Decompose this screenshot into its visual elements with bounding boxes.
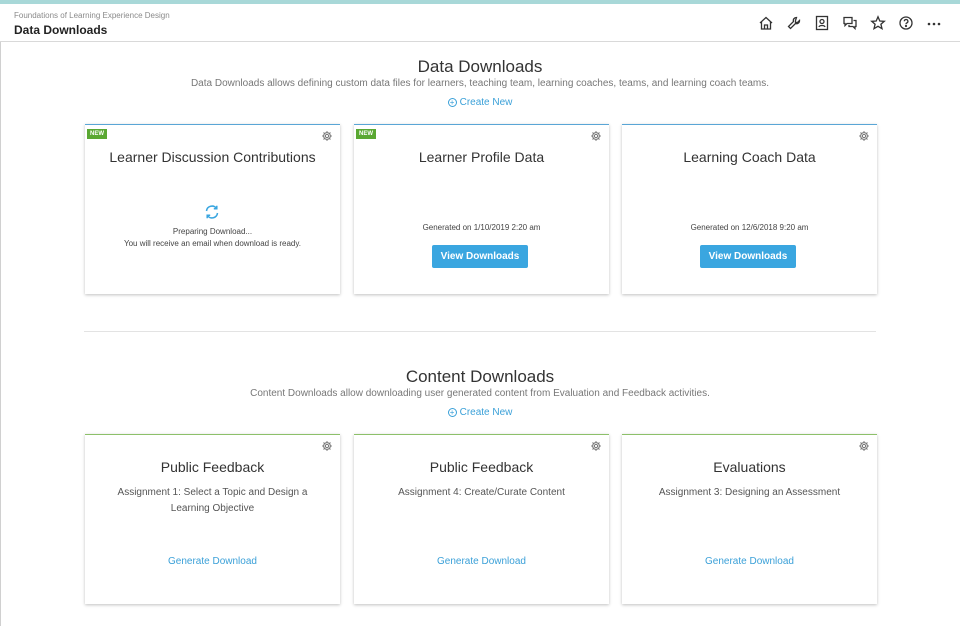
card-subtitle: Assignment 3: Designing an Assessment	[658, 487, 841, 498]
more-options-icon[interactable]	[920, 12, 948, 34]
star-icon[interactable]	[864, 12, 892, 34]
gear-icon[interactable]	[858, 130, 870, 142]
generated-date: Generated on 1/10/2019 2:20 am	[422, 223, 541, 232]
help-icon[interactable]	[892, 12, 920, 34]
generated-date: Generated on 12/6/2018 9:20 am	[690, 223, 809, 232]
new-badge: NEW	[356, 129, 376, 139]
plus-circle-icon: +	[447, 98, 457, 107]
data-card-learner-discussion: NEW Learner Discussion Contributions Pre…	[85, 124, 340, 294]
view-downloads-button[interactable]: View Downloads	[700, 245, 796, 268]
data-create-new-link[interactable]: + Create New	[0, 97, 960, 108]
data-card-learning-coach: Learning Coach Data Generated on 12/6/20…	[622, 124, 877, 294]
plus-circle-icon: +	[447, 408, 457, 417]
section-divider	[84, 331, 876, 332]
sync-icon	[205, 205, 219, 219]
data-create-new-label: Create New	[459, 97, 513, 108]
generate-download-link[interactable]: Generate Download	[354, 556, 609, 567]
content-create-new-link[interactable]: + Create New	[0, 407, 960, 418]
card-title: Learner Profile Data	[418, 149, 545, 165]
content-card-public-feedback-1: Public Feedback Assignment 1: Select a T…	[85, 434, 340, 604]
content-downloads-description: Content Downloads allow downloading user…	[250, 388, 710, 399]
card-subtitle: Assignment 1: Select a Topic and Design …	[117, 487, 308, 514]
card-title: Public Feedback	[160, 459, 265, 475]
generate-download-link[interactable]: Generate Download	[622, 556, 877, 567]
content-downloads-heading: Content Downloads	[405, 367, 555, 386]
gear-icon[interactable]	[321, 440, 333, 452]
left-border	[0, 42, 1, 626]
card-subtitle: Assignment 4: Create/Curate Content	[398, 487, 565, 498]
card-title: Public Feedback	[429, 459, 534, 475]
page-title: Data Downloads	[14, 23, 108, 37]
content-create-new-label: Create New	[459, 407, 513, 418]
new-badge: NEW	[87, 129, 107, 139]
gear-icon[interactable]	[590, 440, 602, 452]
card-title: Learning Coach Data	[683, 149, 816, 165]
status-line-email: You will receive an email when download …	[124, 239, 301, 248]
download-status: Preparing Download... You will receive a…	[85, 226, 340, 250]
header-toolbar	[752, 12, 948, 34]
gear-icon[interactable]	[858, 440, 870, 452]
status-line-preparing: Preparing Download...	[172, 227, 253, 236]
data-card-learner-profile: NEW Learner Profile Data Generated on 1/…	[354, 124, 609, 294]
page-header: Foundations of Learning Experience Desig…	[0, 4, 960, 42]
wrench-icon[interactable]	[780, 12, 808, 34]
home-icon[interactable]	[752, 12, 780, 34]
content-card-public-feedback-4: Public Feedback Assignment 4: Create/Cur…	[354, 434, 609, 604]
data-downloads-heading: Data Downloads	[417, 57, 543, 76]
chat-bubbles-icon[interactable]	[836, 12, 864, 34]
data-downloads-description: Data Downloads allows defining custom da…	[190, 78, 770, 89]
generate-download-link[interactable]: Generate Download	[85, 556, 340, 567]
gear-icon[interactable]	[321, 130, 333, 142]
content-card-evaluations: Evaluations Assignment 3: Designing an A…	[622, 434, 877, 604]
card-title: Learner Discussion Contributions	[109, 149, 316, 165]
gear-icon[interactable]	[590, 130, 602, 142]
profile-card-icon[interactable]	[808, 12, 836, 34]
card-title: Evaluations	[713, 459, 786, 475]
course-name: Foundations of Learning Experience Desig…	[14, 11, 170, 20]
view-downloads-button[interactable]: View Downloads	[432, 245, 528, 268]
